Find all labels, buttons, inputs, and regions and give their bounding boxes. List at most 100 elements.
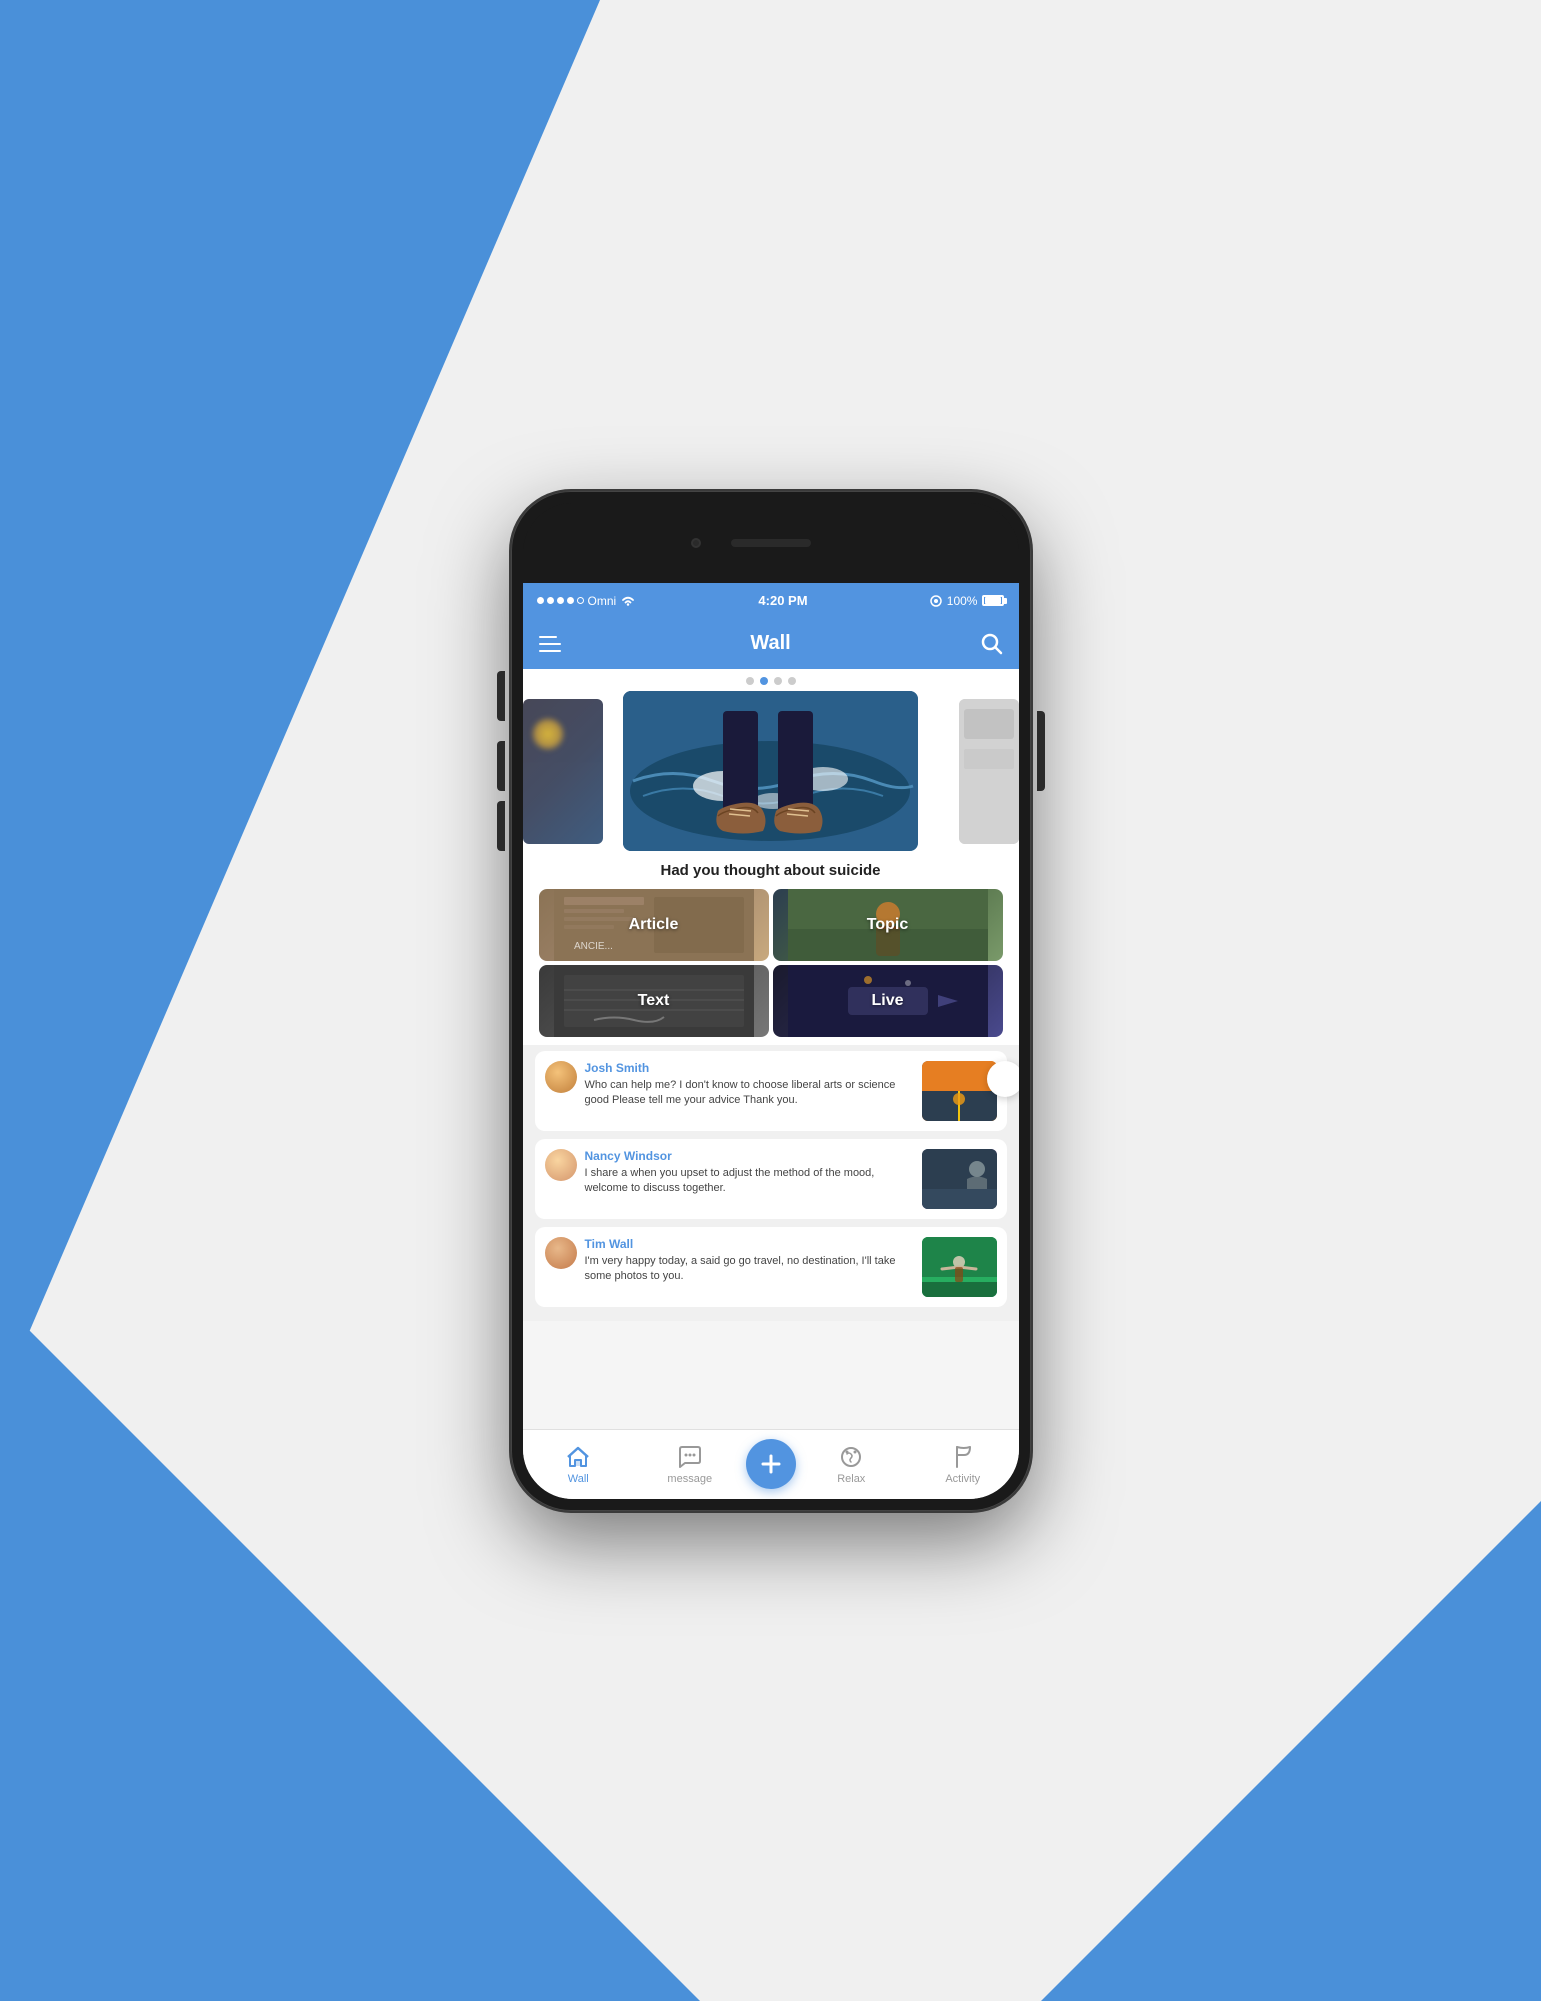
grid-item-article[interactable]: ANCIE... Article xyxy=(539,889,769,961)
status-bar: Omni 4:20 PM xyxy=(523,583,1019,619)
signal-dot-3 xyxy=(557,597,564,604)
svg-text:ANCIE...: ANCIE... xyxy=(574,941,613,952)
status-left: Omni xyxy=(537,594,637,608)
phone-mockup: Omni 4:20 PM xyxy=(511,491,1031,1511)
menu-line-1 xyxy=(539,636,557,638)
nav-label-activity: Activity xyxy=(945,1473,980,1485)
carousel-dots xyxy=(523,669,1019,689)
carousel-dot-2[interactable] xyxy=(760,677,768,685)
shoe-scene-svg xyxy=(623,691,918,851)
phone-inner: Omni 4:20 PM xyxy=(523,503,1019,1499)
post-thumbnail-1 xyxy=(922,1061,997,1121)
carousel-section xyxy=(523,689,1019,854)
thumb-svg-3 xyxy=(922,1237,997,1297)
battery-icon xyxy=(982,595,1004,606)
bg-triangle-right xyxy=(1041,1501,1541,2001)
screen-content: Had you thought about suicide xyxy=(523,669,1019,1499)
section-title: Had you thought about suicide xyxy=(523,854,1019,889)
post-thumbnail-3 xyxy=(922,1237,997,1297)
signal-dot-1 xyxy=(537,597,544,604)
light-effect xyxy=(533,719,563,749)
post-avatar-1 xyxy=(545,1061,577,1093)
grid-item-text[interactable]: Text xyxy=(539,965,769,1037)
carousel-dot-1[interactable] xyxy=(746,677,754,685)
menu-button[interactable] xyxy=(539,636,561,652)
relax-icon xyxy=(838,1444,864,1470)
search-button[interactable] xyxy=(981,633,1003,655)
carousel-main-image[interactable] xyxy=(623,691,918,851)
post-content-2: Nancy Windsor I share a when you upset t… xyxy=(585,1149,914,1209)
home-icon xyxy=(565,1444,591,1470)
avatar-img-josh xyxy=(545,1061,577,1093)
post-username-3: Tim Wall xyxy=(585,1237,914,1251)
message-svg xyxy=(677,1444,703,1470)
content-grid: ANCIE... Article xyxy=(523,889,1019,1045)
menu-line-3 xyxy=(539,650,561,652)
avatar-img-tim xyxy=(545,1237,577,1269)
signal-dot-4 xyxy=(567,597,574,604)
plus-icon xyxy=(757,1450,785,1478)
status-time: 4:20 PM xyxy=(758,593,807,608)
page-title: Wall xyxy=(750,632,790,655)
signal-dot-5 xyxy=(577,597,584,604)
grid-item-topic[interactable]: Topic xyxy=(773,889,1003,961)
wifi-icon xyxy=(620,595,636,607)
battery-percent: 100% xyxy=(947,594,978,608)
phone-camera xyxy=(691,538,701,548)
post-content-3: Tim Wall I'm very happy today, a said go… xyxy=(585,1237,914,1297)
home-svg xyxy=(565,1444,591,1470)
article-label: Article xyxy=(629,916,679,934)
post-content-1: Josh Smith Who can help me? I don't know… xyxy=(585,1061,914,1121)
floating-action-btn[interactable] xyxy=(987,1061,1019,1097)
right-thumb-svg xyxy=(959,699,1019,844)
post-username-1: Josh Smith xyxy=(585,1061,914,1075)
nav-item-relax[interactable]: Relax xyxy=(796,1444,908,1485)
post-thumbnail-2 xyxy=(922,1149,997,1209)
message-icon xyxy=(677,1444,703,1470)
phone-top-bar xyxy=(523,503,1019,583)
carousel-image-left xyxy=(523,699,603,844)
carousel-image-right xyxy=(959,699,1019,844)
location-icon xyxy=(930,595,942,607)
post-text-2: I share a when you upset to adjust the m… xyxy=(585,1166,914,1197)
phone-outer: Omni 4:20 PM xyxy=(511,491,1031,1511)
post-text-3: I'm very happy today, a said go go trave… xyxy=(585,1254,914,1285)
activity-icon xyxy=(950,1444,976,1470)
bottom-nav: Wall message xyxy=(523,1429,1019,1499)
grid-item-live[interactable]: Live xyxy=(773,965,1003,1037)
post-card-3[interactable]: Tim Wall I'm very happy today, a said go… xyxy=(535,1227,1007,1307)
search-icon xyxy=(981,633,1003,655)
thumb-svg-1 xyxy=(922,1061,997,1121)
phone-screen: Omni 4:20 PM xyxy=(523,583,1019,1499)
nav-item-message[interactable]: message xyxy=(634,1444,746,1485)
status-right: 100% xyxy=(930,594,1005,608)
relax-svg xyxy=(838,1444,864,1470)
nav-item-wall[interactable]: Wall xyxy=(523,1444,635,1485)
phone-speaker xyxy=(731,539,811,547)
add-button[interactable] xyxy=(746,1439,796,1489)
post-card-2[interactable]: Nancy Windsor I share a when you upset t… xyxy=(535,1139,1007,1219)
post-card-1[interactable]: Josh Smith Who can help me? I don't know… xyxy=(535,1051,1007,1131)
avatar-img-nancy xyxy=(545,1149,577,1181)
post-avatar-3 xyxy=(545,1237,577,1269)
carousel-dot-4[interactable] xyxy=(788,677,796,685)
activity-svg xyxy=(950,1444,976,1470)
post-username-2: Nancy Windsor xyxy=(585,1149,914,1163)
post-text-1: Who can help me? I don't know to choose … xyxy=(585,1078,914,1109)
topic-label: Topic xyxy=(867,916,908,934)
carousel-dot-3[interactable] xyxy=(774,677,782,685)
post-avatar-2 xyxy=(545,1149,577,1181)
live-label: Live xyxy=(871,992,903,1010)
signal-dots xyxy=(537,597,584,604)
posts-section: Josh Smith Who can help me? I don't know… xyxy=(523,1045,1019,1321)
app-header: Wall xyxy=(523,619,1019,669)
nav-label-relax: Relax xyxy=(837,1473,865,1485)
thumb-svg-2 xyxy=(922,1149,997,1209)
nav-label-message: message xyxy=(667,1473,712,1485)
text-label: Text xyxy=(638,992,670,1010)
signal-dot-2 xyxy=(547,597,554,604)
battery-fill xyxy=(985,597,1001,604)
carrier-name: Omni xyxy=(588,594,617,608)
menu-line-2 xyxy=(539,643,561,645)
nav-item-activity[interactable]: Activity xyxy=(907,1444,1019,1485)
